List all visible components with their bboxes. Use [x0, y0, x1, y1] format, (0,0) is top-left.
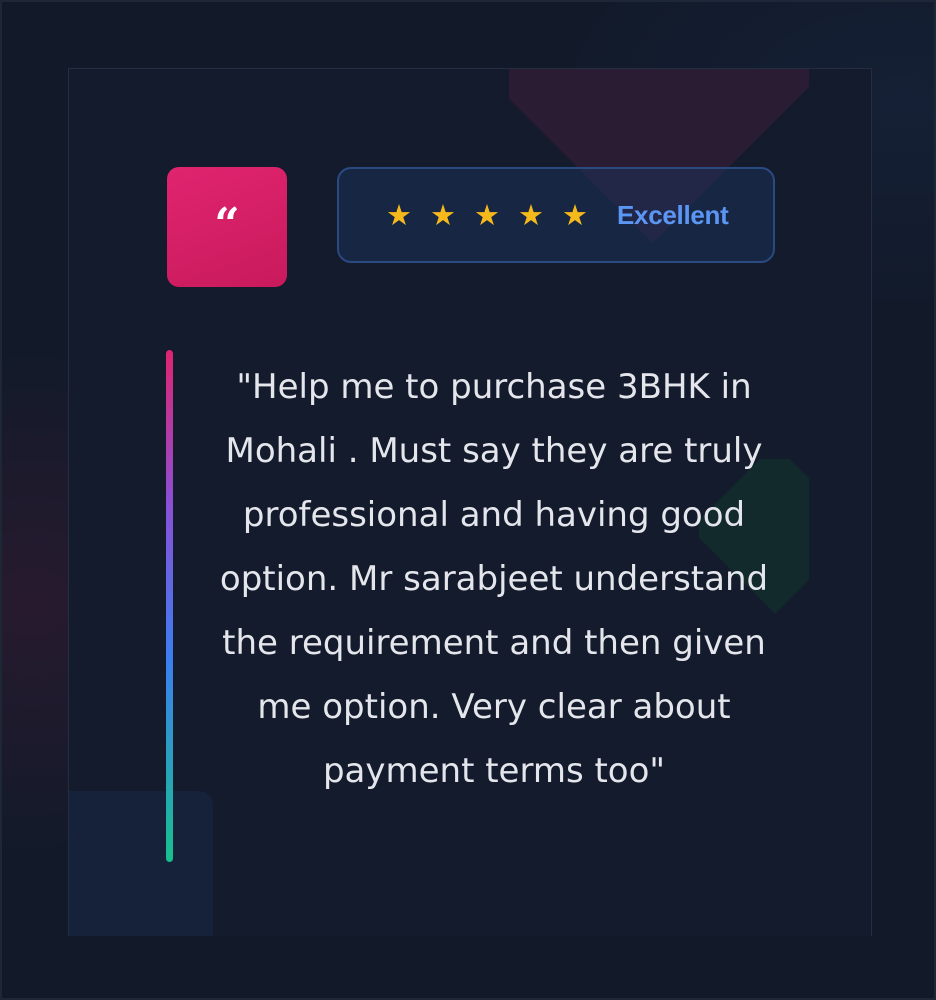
- star-icon: ★: [562, 197, 588, 232]
- star-icon: ★: [518, 197, 544, 232]
- rating-box: ★ ★ ★ ★ ★ Excellent: [337, 167, 775, 263]
- page-background: “ ★ ★ ★ ★ ★ Excellent "Help me to purcha…: [0, 0, 936, 1000]
- testimonial-text: "Help me to purchase 3BHK in Mohali . Mu…: [219, 367, 769, 791]
- accent-bar: [166, 350, 173, 862]
- star-rating: ★ ★ ★ ★ ★: [383, 197, 591, 232]
- quote-icon: “: [214, 199, 240, 250]
- star-icon: ★: [474, 197, 500, 232]
- star-icon: ★: [430, 197, 456, 232]
- quote-badge: “: [167, 167, 287, 287]
- testimonial-card: “ ★ ★ ★ ★ ★ Excellent "Help me to purcha…: [68, 68, 872, 936]
- decor-shape-blue: [69, 791, 213, 936]
- rating-label: Excellent: [617, 199, 729, 230]
- star-icon: ★: [386, 197, 412, 232]
